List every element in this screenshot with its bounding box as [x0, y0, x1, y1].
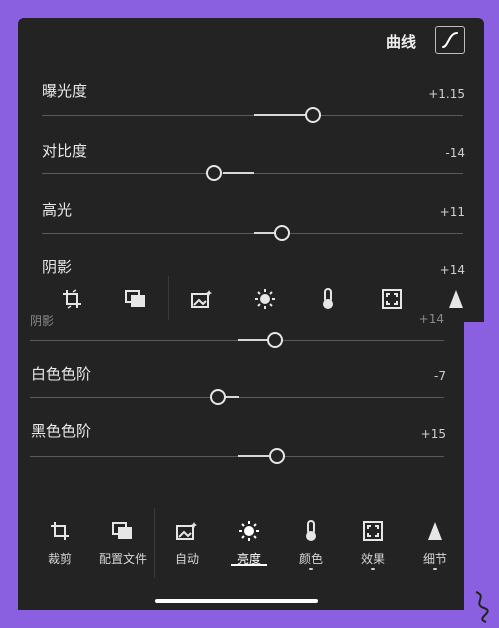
- status-dot: [309, 568, 313, 570]
- auto-icon[interactable]: [190, 287, 214, 311]
- auto-icon: [152, 520, 222, 546]
- highlights-label: 高光: [42, 201, 73, 219]
- tool-effects-label: 效果: [360, 552, 385, 566]
- color-icon: [276, 520, 346, 546]
- whites-value: -7: [434, 369, 446, 383]
- effects-icon: [338, 520, 408, 546]
- home-indicator[interactable]: [155, 599, 318, 603]
- exposure-fill: [254, 114, 306, 116]
- tool-detail-label: 细节: [422, 552, 447, 566]
- light-icon: [214, 520, 284, 546]
- highlights-track[interactable]: [42, 233, 463, 234]
- shadows-label-occluded: 阴影: [30, 314, 55, 328]
- profiles-icon: [88, 520, 158, 546]
- profiles-icon[interactable]: [124, 287, 148, 311]
- toolbar-separator: [168, 276, 169, 320]
- shadows-slider-knob[interactable]: [267, 332, 283, 348]
- whites-slider-knob[interactable]: [210, 389, 226, 405]
- shadows-fill: [238, 339, 268, 341]
- tool-light[interactable]: 亮度: [214, 520, 284, 567]
- curve-button[interactable]: [435, 26, 465, 54]
- exposure-slider-knob[interactable]: [305, 107, 321, 123]
- blacks-slider-knob[interactable]: [269, 448, 285, 464]
- edit-toolbar: 裁剪 配置文件 自动 亮度 颜色 效果 细节: [18, 506, 464, 590]
- contrast-fill: [223, 172, 254, 174]
- contrast-slider-knob[interactable]: [206, 165, 222, 181]
- detail-icon: [400, 520, 470, 546]
- tool-color[interactable]: 颜色: [276, 520, 346, 570]
- highlights-value: +11: [439, 205, 465, 219]
- exposure-track[interactable]: [42, 115, 463, 116]
- status-dot: [433, 568, 437, 570]
- curve-icon: [442, 32, 458, 48]
- crop-icon[interactable]: [60, 287, 84, 311]
- blacks-value: +15: [420, 427, 446, 441]
- status-dot: [371, 568, 375, 570]
- squiggle-icon: [475, 591, 489, 623]
- blacks-fill: [238, 455, 270, 457]
- whites-label: 白色色阶: [31, 365, 92, 383]
- tool-profiles[interactable]: 配置文件: [88, 520, 158, 567]
- tool-color-label: 颜色: [298, 552, 323, 566]
- exposure-label: 曝光度: [42, 82, 88, 100]
- effects-icon[interactable]: [380, 287, 404, 311]
- whites-fill: [225, 396, 239, 398]
- tool-auto[interactable]: 自动: [152, 520, 222, 567]
- blacks-track[interactable]: [30, 456, 444, 457]
- light-icon[interactable]: [253, 287, 277, 311]
- shadows-track[interactable]: [30, 340, 444, 341]
- detail-icon[interactable]: [444, 287, 468, 311]
- highlights-slider-knob[interactable]: [274, 225, 290, 241]
- tool-detail[interactable]: 细节: [400, 520, 470, 570]
- tool-profiles-label: 配置文件: [98, 552, 147, 566]
- tool-crop-label: 裁剪: [47, 552, 72, 566]
- contrast-label: 对比度: [42, 142, 88, 160]
- active-tab-indicator: [231, 564, 267, 566]
- shadows-value-occluded: +14: [418, 312, 444, 326]
- curve-label: 曲线: [386, 33, 417, 51]
- crop-icon: [25, 520, 95, 546]
- tool-auto-label: 自动: [174, 552, 199, 566]
- tool-effects[interactable]: 效果: [338, 520, 408, 570]
- blacks-label: 黑色色阶: [31, 422, 92, 440]
- contrast-value: -14: [445, 146, 465, 160]
- tool-crop[interactable]: 裁剪: [25, 520, 95, 567]
- exposure-value: +1.15: [428, 87, 465, 101]
- color-icon[interactable]: [316, 287, 340, 311]
